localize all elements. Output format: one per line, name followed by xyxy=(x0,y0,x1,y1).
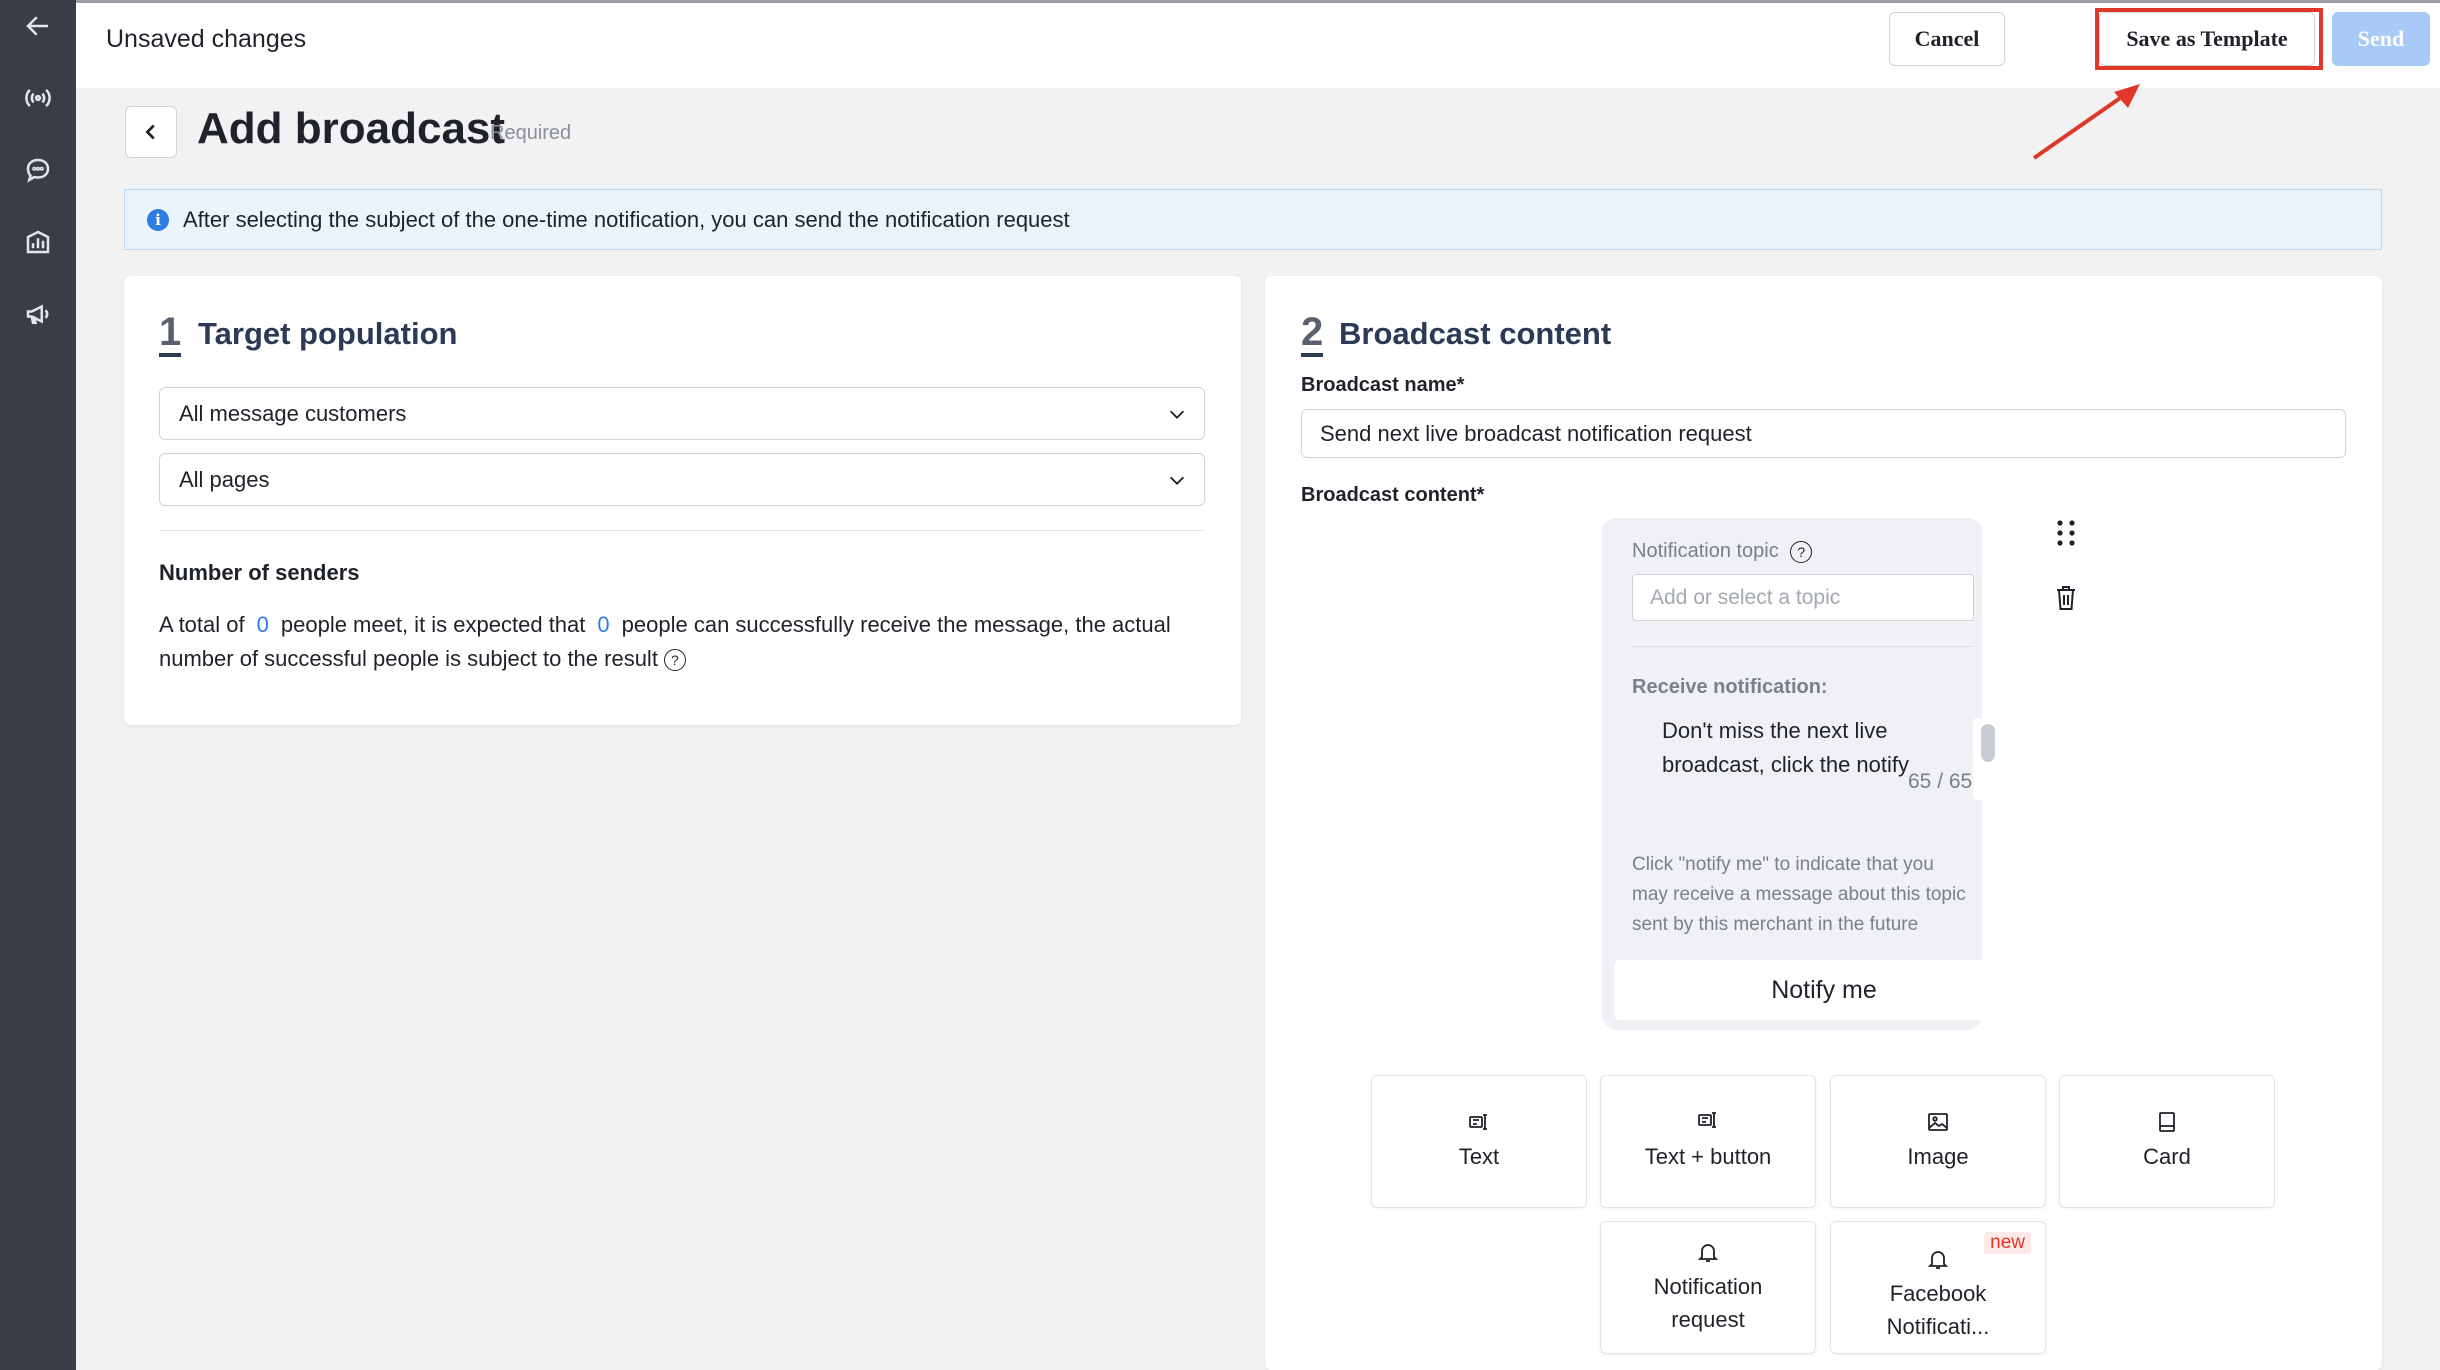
info-icon: i xyxy=(147,208,169,231)
tile-facebook-notification[interactable]: new Facebook Notificati... xyxy=(1830,1221,2046,1354)
tile-label: Card xyxy=(2143,1144,2191,1169)
broadcast-content-title: Broadcast content xyxy=(1339,316,1612,351)
bell-icon xyxy=(1697,1243,1719,1262)
meet-count: 0 xyxy=(256,612,269,637)
broadcast-signal-icon[interactable] xyxy=(18,78,58,118)
senders-text-part: people meet, it is expected that xyxy=(280,612,586,637)
sidebar xyxy=(0,0,76,1370)
unsaved-changes-title: Unsaved changes xyxy=(106,25,307,53)
senders-text-part: A total of xyxy=(159,612,245,637)
chevron-down-icon xyxy=(1166,469,1188,491)
broadcast-name-input[interactable]: Send next live broadcast notification re… xyxy=(1301,409,2346,458)
info-banner: i After selecting the subject of the one… xyxy=(124,189,2382,250)
audience-select[interactable]: All message customers xyxy=(159,387,1205,440)
audience-select-value: All message customers xyxy=(179,400,407,426)
chevron-left-icon xyxy=(145,124,155,140)
chat-icon[interactable] xyxy=(18,150,58,190)
drag-handle-icon[interactable] xyxy=(2053,518,2079,548)
annotation-arrow-icon xyxy=(2032,84,2140,160)
step-number: 1 xyxy=(159,310,182,357)
back-button[interactable] xyxy=(125,106,177,158)
step-number: 2 xyxy=(1301,310,1324,357)
tile-label: Notification request xyxy=(1653,1273,1763,1332)
tile-card[interactable]: Card xyxy=(2059,1075,2275,1208)
page-title: Add broadcast xyxy=(197,104,506,153)
tile-image[interactable]: Image xyxy=(1830,1075,2046,1208)
tile-label: Image xyxy=(1907,1144,1969,1169)
card-icon xyxy=(2159,1112,2175,1132)
new-badge: new xyxy=(1984,1232,2031,1254)
cancel-button[interactable]: Cancel xyxy=(1889,12,2005,66)
notify-description: Click "notify me" to indicate that you m… xyxy=(1632,854,1966,935)
tile-text[interactable]: Text xyxy=(1371,1075,1587,1208)
store-chart-icon[interactable] xyxy=(18,222,58,262)
senders-text: A total of 0 people meet, it is expected t… xyxy=(159,608,1209,676)
banner-text: After selecting the subject of the one-t… xyxy=(183,206,1070,232)
notification-preview: Notification topic ? Add or select a top… xyxy=(1602,518,2034,1030)
chevron-down-icon xyxy=(1166,403,1188,425)
trash-icon[interactable] xyxy=(2054,584,2078,612)
help-icon[interactable]: ? xyxy=(1790,540,1813,563)
divider xyxy=(159,530,1205,531)
notification-topic-text: Notification topic xyxy=(1632,540,1779,562)
image-icon xyxy=(1928,1113,1948,1131)
scrollbar-thumb[interactable] xyxy=(1981,724,1995,762)
divider xyxy=(1632,646,1974,647)
pages-select-value: All pages xyxy=(179,466,270,492)
top-bar: Unsaved changes xyxy=(76,0,2440,88)
tile-notification-request[interactable]: Notification request xyxy=(1600,1221,1816,1354)
notification-topic-label: Notification topic ? xyxy=(1632,540,1813,563)
back-arrow-icon[interactable] xyxy=(18,6,58,46)
senders-label: Number of senders xyxy=(159,560,360,585)
tile-text-button[interactable]: Text + button xyxy=(1600,1075,1816,1208)
receive-count: 0 xyxy=(597,612,610,637)
tile-label: Facebook Notificati... xyxy=(1886,1280,1990,1339)
bell-icon xyxy=(1927,1250,1949,1269)
save-as-template-button[interactable]: Save as Template xyxy=(2099,12,2315,66)
required-tag: Required xyxy=(490,122,572,144)
char-count: 65 / 65 xyxy=(1908,770,1973,793)
receive-notification-label: Receive notification: xyxy=(1632,676,1828,698)
notify-me-button[interactable]: Notify me xyxy=(1614,960,2034,1020)
pages-select[interactable]: All pages xyxy=(159,453,1205,506)
text-button-icon xyxy=(1698,1112,1716,1128)
tile-label: Text xyxy=(1458,1144,1500,1169)
tile-label: Text + button xyxy=(1644,1144,1772,1169)
broadcast-content-label: Broadcast content* xyxy=(1301,484,1485,506)
broadcast-name-label: Broadcast name* xyxy=(1301,374,1465,396)
topic-input[interactable]: Add or select a topic xyxy=(1632,574,1974,621)
message-scrollbar[interactable] xyxy=(1973,718,2003,800)
target-population-card: 1 Target population All message customer… xyxy=(124,276,1241,725)
target-population-title: Target population xyxy=(198,316,458,351)
text-icon xyxy=(1469,1114,1487,1130)
help-icon[interactable]: ? xyxy=(663,649,686,672)
megaphone-icon[interactable] xyxy=(18,294,58,334)
send-button[interactable]: Send xyxy=(2332,12,2430,66)
